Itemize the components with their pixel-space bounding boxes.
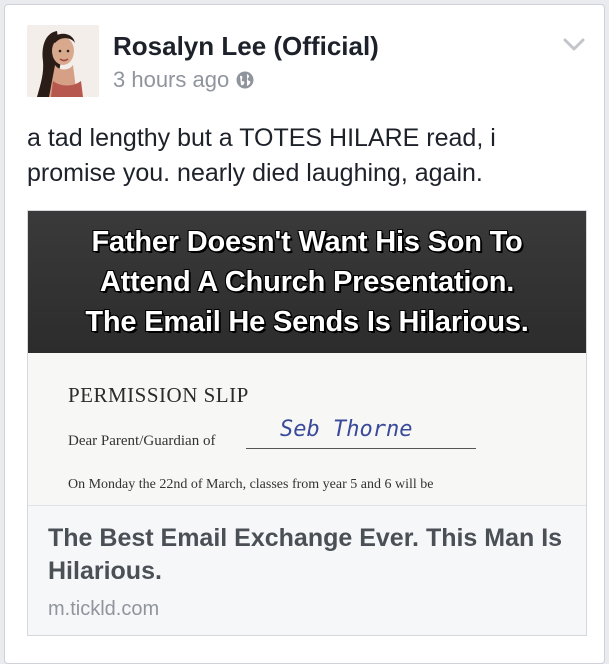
- permission-slip-image: PERMISSION SLIP Dear Parent/Guardian of …: [28, 353, 586, 505]
- banner-line: The Email He Sends Is Hilarious.: [85, 306, 529, 338]
- author-name[interactable]: Rosalyn Lee (Official): [113, 31, 379, 62]
- post-text: a tad lengthy but a TOTES HILARE read, i…: [27, 124, 496, 187]
- avatar[interactable]: [27, 25, 99, 97]
- chevron-down-icon[interactable]: [562, 37, 586, 53]
- slip-underline: [246, 448, 476, 449]
- link-thumbnail[interactable]: Father Doesn't Want His Son To Attend A …: [28, 211, 586, 505]
- slip-handwritten-name: Seb Thorne: [280, 417, 413, 442]
- post-meta: 3 hours ago: [113, 67, 255, 93]
- banner-line: Attend A Church Presentation.: [99, 266, 515, 298]
- slip-body: On Monday the 22nd of March, classes fro…: [68, 477, 434, 492]
- post-card: Rosalyn Lee (Official) 3 hours ago a tad…: [4, 4, 605, 664]
- thumbnail-banner: Father Doesn't Want His Son To Attend A …: [28, 211, 586, 353]
- banner-line: Father Doesn't Want His Son To: [91, 226, 523, 258]
- link-domain: m.tickld.com: [48, 598, 160, 620]
- avatar-photo: [27, 25, 99, 97]
- slip-title: PERMISSION SLIP: [68, 383, 249, 407]
- slip-salutation: Dear Parent/Guardian of: [68, 433, 216, 449]
- globe-icon: [235, 70, 255, 90]
- link-title[interactable]: The Best Email Exchange Ever. This Man I…: [48, 522, 568, 588]
- link-footer[interactable]: The Best Email Exchange Ever. This Man I…: [28, 505, 586, 635]
- post-timestamp[interactable]: 3 hours ago: [113, 67, 229, 93]
- link-preview[interactable]: Father Doesn't Want His Son To Attend A …: [27, 210, 587, 636]
